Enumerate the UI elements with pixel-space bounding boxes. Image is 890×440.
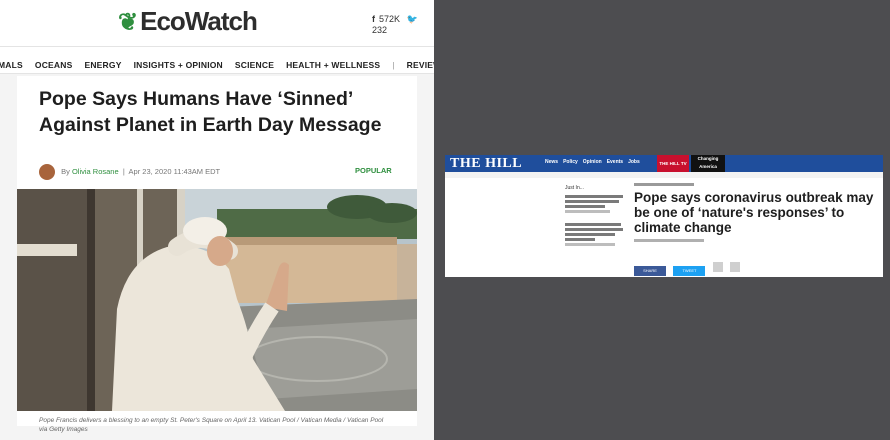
thehill-screenshot: THE HILL News Policy Opinion Events Jobs THE… bbox=[445, 155, 883, 277]
thehill-headline[interactable]: Pope says coronavirus outbreak may be on… bbox=[634, 190, 882, 235]
byline-by: By bbox=[61, 166, 70, 176]
author-link[interactable]: Olivia Rosane bbox=[72, 167, 119, 176]
logo-text: EcoWatch bbox=[140, 6, 258, 36]
nav-separator: | bbox=[392, 60, 395, 70]
tweet-button[interactable]: TWEET bbox=[673, 266, 706, 276]
nav-item[interactable]: MALS bbox=[0, 60, 23, 70]
ecowatch-header: ❦ EcoWatch f 572K 🐦 232 bbox=[0, 0, 434, 46]
share-more-button[interactable] bbox=[712, 262, 723, 272]
america-label: America bbox=[699, 164, 717, 169]
social-counts: f 572K 🐦 232 bbox=[372, 14, 434, 35]
thehill-nav: News Policy Opinion Events Jobs bbox=[545, 159, 645, 165]
sidebar-item[interactable] bbox=[565, 223, 625, 246]
nav-item[interactable]: REVIEWS bbox=[407, 60, 434, 70]
hill-nav-item[interactable]: Jobs bbox=[628, 159, 640, 165]
share-buttons: SHARE TWEET bbox=[634, 259, 743, 277]
photo-caption: Pope Francis delivers a blessing to an e… bbox=[39, 417, 384, 433]
just-in-label: Just In... bbox=[565, 185, 584, 191]
hill-tv-button[interactable]: THE HILL TV bbox=[657, 155, 689, 172]
leaf-icon: ❦ bbox=[118, 9, 138, 36]
hill-nav-item[interactable]: Policy bbox=[563, 159, 578, 165]
nav-item[interactable]: OCEANS bbox=[35, 60, 73, 70]
ecowatch-nav: MALS OCEANS ENERGY INSIGHTS + OPINION SCIENC… bbox=[0, 46, 434, 74]
changing-label: Changing bbox=[697, 156, 719, 161]
hill-nav-item[interactable]: Events bbox=[607, 159, 623, 165]
article-byline: By Olivia Rosane | Apr 23, 2020 11:43AM … bbox=[39, 164, 220, 180]
thehill-logo[interactable]: THE HILL bbox=[450, 156, 522, 172]
sidebar-item[interactable] bbox=[565, 195, 625, 213]
changing-america-button[interactable]: Changing America bbox=[691, 155, 725, 172]
hill-nav-item[interactable]: News bbox=[545, 159, 558, 165]
ecowatch-panel: ❦ EcoWatch f 572K 🐦 232 MALS OCEANS ENERGY INS… bbox=[0, 0, 434, 440]
comment-button[interactable] bbox=[730, 262, 741, 272]
popular-tag[interactable]: POPULAR bbox=[355, 166, 392, 175]
thehill-panel: THE HILL News Policy Opinion Events Jobs THE… bbox=[434, 0, 890, 440]
section-label bbox=[634, 183, 694, 186]
twitter-icon[interactable]: 🐦 bbox=[407, 14, 418, 24]
just-in-sidebar: Just In... bbox=[565, 185, 625, 248]
twitter-count: 232 bbox=[372, 25, 388, 35]
facebook-share-button[interactable]: SHARE bbox=[634, 266, 666, 276]
hill-byline bbox=[634, 239, 704, 242]
facebook-count: 572K bbox=[379, 14, 401, 24]
thehill-header: THE HILL News Policy Opinion Events Jobs THE… bbox=[445, 155, 883, 172]
pope-photo-illustration bbox=[17, 189, 417, 411]
nav-item[interactable]: SCIENCE bbox=[235, 60, 274, 70]
nav-item[interactable]: HEALTH + WELLNESS bbox=[286, 60, 380, 70]
article-card: Pope Says Humans Have ‘Sinned’ Against P… bbox=[17, 76, 417, 433]
ecowatch-logo[interactable]: ❦ EcoWatch bbox=[118, 6, 258, 37]
thehill-subnav bbox=[445, 172, 883, 178]
nav-item[interactable]: INSIGHTS + OPINION bbox=[134, 60, 223, 70]
byline-separator: | bbox=[122, 166, 125, 176]
article-headline[interactable]: Pope Says Humans Have ‘Sinned’ Against P… bbox=[39, 86, 399, 138]
facebook-icon[interactable]: f bbox=[372, 14, 375, 24]
hill-nav-item[interactable]: Opinion bbox=[583, 159, 602, 165]
author-avatar bbox=[39, 164, 55, 180]
article-date: Apr 23, 2020 11:43AM EDT bbox=[128, 166, 221, 176]
nav-item[interactable]: ENERGY bbox=[84, 60, 121, 70]
article-photo bbox=[17, 189, 417, 411]
